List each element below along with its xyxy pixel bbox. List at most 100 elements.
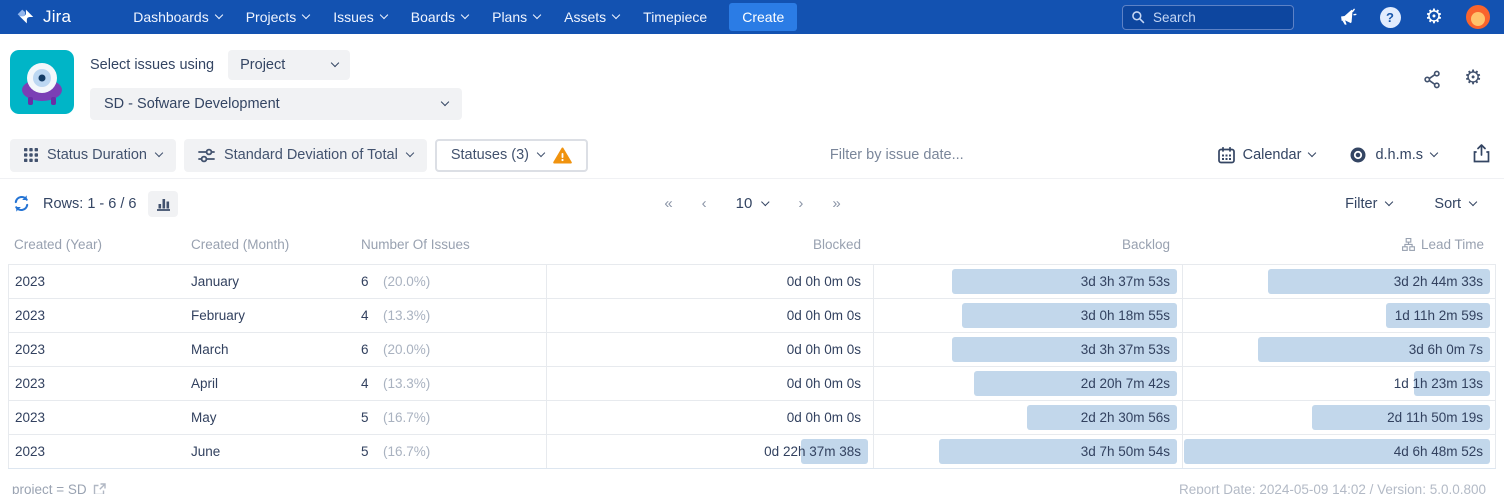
chevron-down-icon xyxy=(761,197,769,205)
profile-button[interactable] xyxy=(1466,5,1490,29)
chevron-down-icon xyxy=(441,98,449,106)
time-format-select[interactable]: d.h.m.s xyxy=(1337,146,1449,164)
cell-blocked: 0d 0h 0m 0s xyxy=(546,401,873,434)
table-row: 2023March6(20.0%)0d 0h 0m 0s3d 3h 37m 53… xyxy=(8,332,1496,366)
cell-created-year: 2023 xyxy=(8,299,185,332)
cell-blocked: 0d 0h 0m 0s xyxy=(546,367,873,400)
statuses-button[interactable]: Statuses (3) xyxy=(435,139,588,172)
duration-value: 2d 2h 30m 56s xyxy=(1081,410,1170,425)
create-button[interactable]: Create xyxy=(729,3,797,31)
cell-created-month: June xyxy=(185,435,355,468)
project-select[interactable]: SD - Sofware Development xyxy=(90,88,462,120)
nav-item-issues[interactable]: Issues xyxy=(321,0,398,34)
nav-item-timepiece[interactable]: Timepiece xyxy=(631,0,719,34)
help-button[interactable]: ? xyxy=(1378,5,1402,29)
issue-count: 5 xyxy=(361,410,373,425)
jql-link[interactable]: project = SD xyxy=(12,482,106,494)
column-header-created-year[interactable]: Created (Year) xyxy=(8,228,185,264)
duration-value: 3d 3h 37m 53s xyxy=(1081,274,1170,289)
duration-value: 2d 20h 7m 42s xyxy=(1081,376,1170,391)
nav-item-dashboards[interactable]: Dashboards xyxy=(121,0,234,34)
cell-number-of-issues: 5(16.7%) xyxy=(355,435,546,468)
issue-count: 4 xyxy=(361,376,373,391)
warning-icon xyxy=(553,147,572,164)
jira-logo[interactable]: Jira xyxy=(14,6,71,28)
column-header-created-month[interactable]: Created (Month) xyxy=(185,228,355,264)
cell-created-month: January xyxy=(185,265,355,298)
duration-value: 4d 6h 48m 52s xyxy=(1394,444,1483,459)
megaphone-icon xyxy=(1334,5,1358,29)
chevron-down-icon xyxy=(537,149,545,157)
search-input[interactable] xyxy=(1153,10,1273,25)
duration-value: 0d 0h 0m 0s xyxy=(787,308,861,323)
cell-blocked: 0d 0h 0m 0s xyxy=(546,265,873,298)
sliders-icon xyxy=(198,148,215,163)
column-header-number-of-issues[interactable]: Number Of Issues xyxy=(355,228,546,264)
metric-button[interactable]: Standard Deviation of Total xyxy=(184,139,427,172)
duration-value: 3d 6h 0m 7s xyxy=(1409,342,1483,357)
issue-count: 4 xyxy=(361,308,373,323)
jira-logo-icon xyxy=(14,6,36,28)
prev-page-button[interactable]: ‹ xyxy=(702,195,706,212)
share-button[interactable] xyxy=(1423,70,1442,94)
table-header: Created (Year) Created (Month) Number Of… xyxy=(8,228,1496,264)
nav-item-assets[interactable]: Assets xyxy=(552,0,631,34)
cell-blocked: 0d 0h 0m 0s xyxy=(546,299,873,332)
issue-date-filter-input[interactable] xyxy=(596,147,1198,163)
chevron-down-icon xyxy=(380,11,388,19)
export-button[interactable] xyxy=(1473,144,1490,167)
cell-backlog: 3d 3h 37m 53s xyxy=(873,333,1182,366)
duration-value: 0d 0h 0m 0s xyxy=(787,410,861,425)
global-search[interactable] xyxy=(1122,5,1294,30)
issue-percent: (16.7%) xyxy=(383,410,430,425)
duration-value: 3d 7h 50m 54s xyxy=(1081,444,1170,459)
cell-lead-time: 1d 11h 2m 59s xyxy=(1182,299,1496,332)
filter-menu[interactable]: Filter xyxy=(1345,196,1392,212)
issue-count: 5 xyxy=(361,444,373,459)
table-row: 2023January6(20.0%)0d 0h 0m 0s3d 3h 37m … xyxy=(8,264,1496,298)
cell-created-year: 2023 xyxy=(8,401,185,434)
cell-created-year: 2023 xyxy=(8,265,185,298)
settings-button[interactable]: ⚙ xyxy=(1422,5,1446,29)
column-header-backlog[interactable]: Backlog xyxy=(873,228,1182,264)
timepiece-app-icon xyxy=(10,50,74,114)
nav-item-plans[interactable]: Plans xyxy=(480,0,552,34)
refresh-icon xyxy=(12,194,31,213)
chevron-down-icon xyxy=(461,11,469,19)
gear-icon: ⚙ xyxy=(1464,67,1482,89)
page-size-select[interactable]: 10 xyxy=(736,195,769,212)
report-settings-button[interactable]: ⚙ xyxy=(1464,68,1482,94)
sort-menu[interactable]: Sort xyxy=(1434,196,1476,212)
top-navigation: Jira Dashboards Projects Issues Boards P… xyxy=(0,0,1504,34)
calendar-select[interactable]: Calendar xyxy=(1206,147,1328,164)
issue-percent: (20.0%) xyxy=(383,342,430,357)
announcements-button[interactable] xyxy=(1334,5,1358,29)
issue-source-select[interactable]: Project xyxy=(228,50,350,80)
next-page-button[interactable]: › xyxy=(798,195,802,212)
cell-created-year: 2023 xyxy=(8,367,185,400)
table-row: 2023May5(16.7%)0d 0h 0m 0s2d 2h 30m 56s2… xyxy=(8,400,1496,434)
chevron-down-icon xyxy=(1385,197,1393,205)
column-header-lead-time[interactable]: Lead Time xyxy=(1182,228,1496,264)
nav-item-projects[interactable]: Projects xyxy=(234,0,322,34)
select-issues-label: Select issues using xyxy=(90,57,214,73)
report-type-button[interactable]: Status Duration xyxy=(10,139,176,172)
chart-view-button[interactable] xyxy=(148,191,178,217)
duration-value: 0d 0h 0m 0s xyxy=(787,274,861,289)
avatar xyxy=(1466,5,1490,29)
cell-lead-time: 2d 11h 50m 19s xyxy=(1182,401,1496,434)
first-page-button[interactable]: « xyxy=(664,195,671,212)
refresh-button[interactable] xyxy=(12,194,31,213)
table-row: 2023April4(13.3%)0d 0h 0m 0s2d 20h 7m 42… xyxy=(8,366,1496,400)
chevron-down-icon xyxy=(214,11,222,19)
cell-blocked: 0d 22h 37m 38s xyxy=(546,435,873,468)
nav-item-boards[interactable]: Boards xyxy=(399,0,480,34)
duration-value: 0d 22h 37m 38s xyxy=(764,444,861,459)
last-page-button[interactable]: » xyxy=(832,195,839,212)
chevron-down-icon xyxy=(331,59,339,67)
column-header-blocked[interactable]: Blocked xyxy=(546,228,873,264)
cell-number-of-issues: 5 (16.7%) xyxy=(355,401,546,434)
jira-logo-text: Jira xyxy=(43,7,71,27)
duration-value: 2d 11h 50m 19s xyxy=(1387,410,1483,425)
external-link-icon xyxy=(93,483,106,494)
